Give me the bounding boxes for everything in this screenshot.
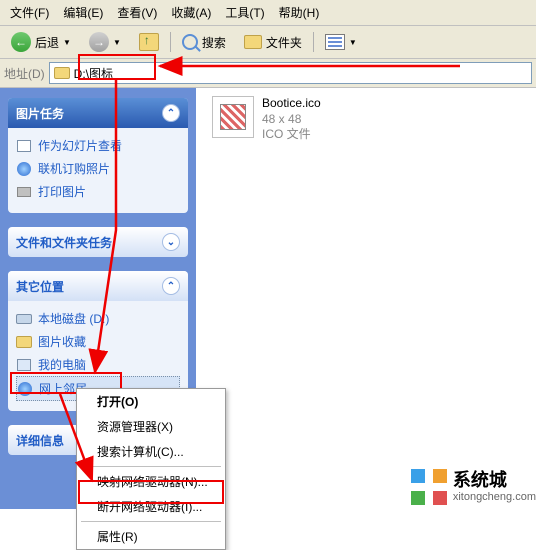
back-button[interactable]: ← 后退 ▼ [4, 29, 78, 55]
task-order-prints[interactable]: 联机订购照片 [16, 157, 180, 180]
panel-header[interactable]: 其它位置 ⌃ [8, 271, 188, 301]
folder-icon [16, 336, 32, 348]
separator [170, 32, 171, 52]
context-menu: 打开(O) 资源管理器(X) 搜索计算机(C)... 映射网络驱动器(N)...… [76, 388, 226, 550]
panel-title: 文件和文件夹任务 [16, 234, 112, 251]
address-label: 地址(D) [4, 65, 45, 82]
file-thumbnail [212, 96, 254, 138]
menu-tools[interactable]: 工具(T) [219, 2, 270, 23]
file-pane[interactable]: Bootice.ico 48 x 48 ICO 文件 [196, 88, 536, 509]
task-print[interactable]: 打印图片 [16, 180, 180, 203]
ctx-search-computer[interactable]: 搜索计算机(C)... [77, 439, 225, 464]
menubar: 文件(F) 编辑(E) 查看(V) 收藏(A) 工具(T) 帮助(H) [0, 0, 536, 26]
sidebar-item-pictures[interactable]: 图片收藏 [16, 330, 180, 353]
file-item[interactable]: Bootice.ico 48 x 48 ICO 文件 [212, 96, 321, 143]
ico-icon [220, 104, 246, 130]
watermark: 系统城 xitongcheng.com [405, 467, 536, 505]
sidebar-item-localdisk[interactable]: 本地磁盘 (D:) [16, 307, 180, 330]
watermark-url: xitongcheng.com [453, 491, 536, 503]
panel-file-tasks: 文件和文件夹任务 ⌄ [8, 227, 188, 257]
logo-icon [411, 469, 447, 505]
computer-icon [17, 359, 31, 371]
watermark-brand: 系统城 [453, 471, 536, 491]
separator [81, 466, 221, 467]
slideshow-icon [17, 140, 31, 152]
folder-icon [54, 67, 70, 79]
chevron-down-icon: ▼ [349, 38, 357, 47]
views-icon [325, 34, 345, 50]
collapse-icon: ⌃ [162, 277, 180, 295]
panel-body: 作为幻灯片查看 联机订购照片 打印图片 [8, 128, 188, 213]
search-button[interactable]: 搜索 [175, 31, 233, 54]
menu-favorites[interactable]: 收藏(A) [165, 2, 217, 23]
annotation-box [78, 480, 224, 504]
folder-icon [244, 35, 262, 49]
up-button[interactable] [132, 30, 166, 54]
folders-label: 文件夹 [266, 34, 302, 51]
views-button[interactable]: ▼ [318, 31, 364, 53]
menu-view[interactable]: 查看(V) [111, 2, 163, 23]
ctx-properties[interactable]: 属性(R) [77, 524, 225, 549]
separator [81, 521, 221, 522]
printer-icon [17, 187, 31, 197]
file-type: ICO 文件 [262, 127, 321, 143]
forward-button[interactable]: → ▼ [82, 29, 128, 55]
back-icon: ← [11, 32, 31, 52]
menu-help[interactable]: 帮助(H) [273, 2, 326, 23]
collapse-icon: ⌃ [162, 104, 180, 122]
panel-image-tasks: 图片任务 ⌃ 作为幻灯片查看 联机订购照片 打印图片 [8, 98, 188, 213]
file-dimensions: 48 x 48 [262, 112, 321, 128]
expand-icon: ⌄ [162, 233, 180, 251]
search-label: 搜索 [202, 34, 226, 51]
annotation-box [78, 54, 156, 80]
panel-title: 详细信息 [16, 432, 64, 449]
disk-icon [16, 314, 32, 324]
back-label: 后退 [35, 34, 59, 51]
up-folder-icon [139, 33, 159, 51]
panel-header[interactable]: 文件和文件夹任务 ⌄ [8, 227, 188, 257]
file-name: Bootice.ico [262, 96, 321, 112]
ctx-explorer[interactable]: 资源管理器(X) [77, 414, 225, 439]
search-icon [182, 34, 198, 50]
forward-icon: → [89, 32, 109, 52]
chevron-down-icon: ▼ [63, 38, 71, 47]
separator [313, 32, 314, 52]
globe-icon [17, 162, 31, 176]
ctx-open[interactable]: 打开(O) [77, 389, 225, 414]
panel-title: 其它位置 [16, 278, 64, 295]
menu-file[interactable]: 文件(F) [4, 2, 55, 23]
task-slideshow[interactable]: 作为幻灯片查看 [16, 134, 180, 157]
menu-edit[interactable]: 编辑(E) [57, 2, 109, 23]
panel-title: 图片任务 [16, 105, 64, 122]
chevron-down-icon: ▼ [113, 38, 121, 47]
file-metadata: Bootice.ico 48 x 48 ICO 文件 [262, 96, 321, 143]
panel-header[interactable]: 图片任务 ⌃ [8, 98, 188, 128]
folders-button[interactable]: 文件夹 [237, 31, 309, 54]
